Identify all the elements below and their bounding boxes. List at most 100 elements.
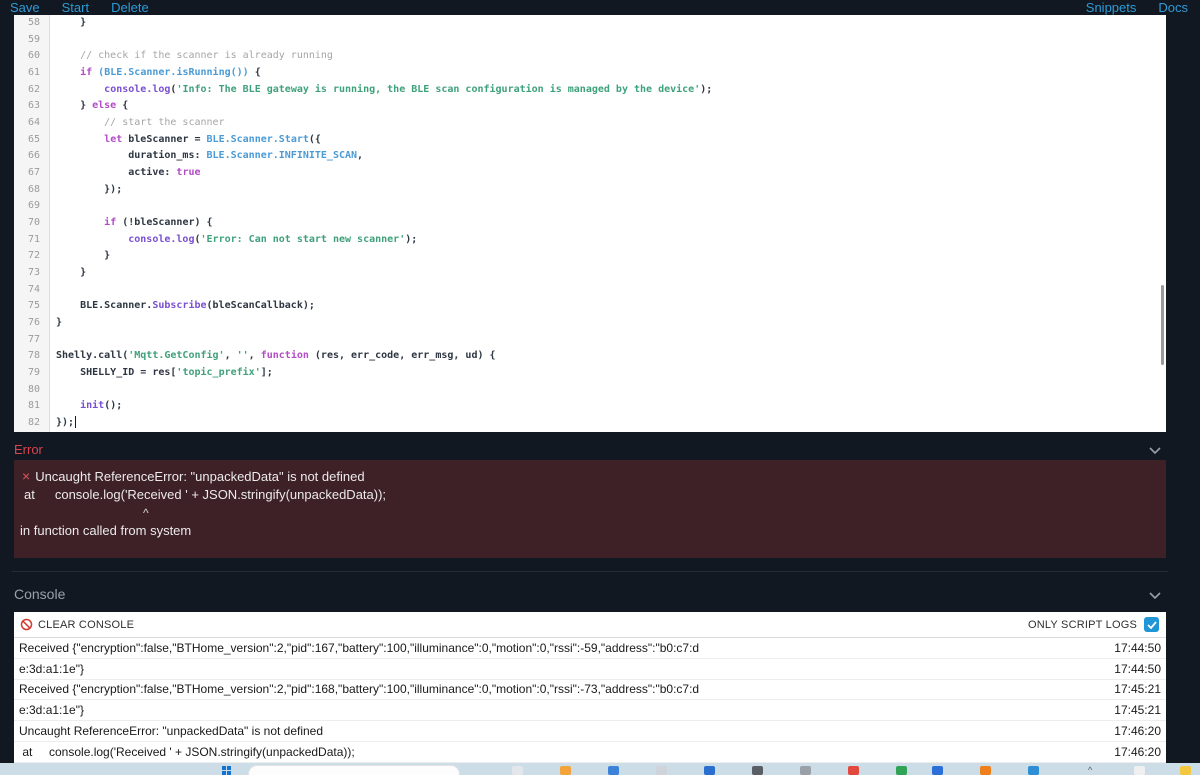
- code-line: 58 }: [14, 15, 1166, 32]
- code-line: 72 }: [14, 248, 1166, 266]
- line-number: 59: [14, 31, 50, 49]
- line-number: 63: [14, 98, 50, 116]
- line-number: 66: [14, 148, 50, 166]
- code-line: 67 active: true: [14, 165, 1166, 182]
- code-text: active: true: [56, 167, 201, 179]
- code-line: 74: [14, 281, 1166, 299]
- line-number: 61: [14, 65, 50, 82]
- taskbar-app-icon[interactable]: [656, 766, 667, 775]
- chevron-down-icon[interactable]: [1148, 442, 1162, 460]
- clear-console-ban-icon: [20, 618, 33, 631]
- code-line: 81 init();: [14, 398, 1166, 416]
- taskbar-app-icon[interactable]: [932, 766, 943, 775]
- log-time: 17:46:20: [1114, 724, 1161, 739]
- line-number: 60: [14, 48, 50, 66]
- docs-button[interactable]: Docs: [1158, 0, 1188, 15]
- error-x-icon: ×: [22, 468, 31, 484]
- only-script-logs-toggle[interactable]: ONLY SCRIPT LOGS: [1028, 617, 1159, 632]
- console-panel: CLEAR CONSOLE ONLY SCRIPT LOGS Received …: [14, 612, 1166, 763]
- code-line: 82});: [14, 415, 1166, 432]
- code-line: 80: [14, 381, 1166, 399]
- line-number: 76: [14, 315, 50, 332]
- code-line: 61 if (BLE.Scanner.isRunning()) {: [14, 65, 1166, 82]
- taskbar-app-icon[interactable]: [896, 766, 907, 775]
- error-message-line: × Uncaught ReferenceError: "unpackedData"…: [20, 467, 1158, 486]
- line-number: 79: [14, 365, 50, 382]
- only-script-logs-checkbox[interactable]: [1144, 617, 1159, 632]
- windows-taskbar: ^: [0, 763, 1200, 775]
- code-line: 71 console.log('Error: Can not start new…: [14, 231, 1166, 249]
- taskbar-app-icon[interactable]: [512, 766, 523, 775]
- line-number: 78: [14, 348, 50, 366]
- log-text: Uncaught ReferenceError: "unpackedData" …: [19, 724, 324, 739]
- editor-scrollbar[interactable]: [1161, 285, 1164, 365]
- code-editor[interactable]: 58 } 59 60 // check if the scanner is alre…: [14, 15, 1166, 432]
- toolbar-right-group: Snippets Docs: [1086, 0, 1188, 15]
- code-text: console.log('Error: Can not start new sc…: [128, 233, 418, 245]
- start-button[interactable]: Start: [62, 0, 89, 15]
- only-script-logs-label: ONLY SCRIPT LOGS: [1028, 618, 1137, 631]
- code-line: 78 Shelly.call('Mqtt.GetConfig', '', func…: [14, 348, 1166, 366]
- log-text: at console.log('Received ' + JSON.string…: [19, 744, 355, 759]
- tray-expand-icon[interactable]: ^: [1088, 765, 1092, 775]
- taskbar-app-icon[interactable]: [608, 766, 619, 775]
- error-caret: ^: [143, 506, 149, 520]
- code-line: 62 console.log('Info: The BLE gateway is…: [14, 81, 1166, 99]
- error-message: Uncaught ReferenceError: "unpackedData" …: [35, 469, 365, 484]
- error-at-code: console.log('Received ' + JSON.stringify…: [54, 487, 387, 502]
- console-log-row: e:3d:a1:1e"} 17:45:21: [14, 700, 1166, 722]
- line-number: 62: [14, 81, 50, 99]
- line-number: 74: [14, 281, 50, 299]
- line-number: 65: [14, 131, 50, 149]
- code-line: 69: [14, 198, 1166, 216]
- code-text: });: [56, 416, 77, 429]
- code-line: 77: [14, 331, 1166, 349]
- line-number: 72: [14, 248, 50, 266]
- clear-console-button[interactable]: CLEAR CONSOLE: [20, 618, 134, 631]
- console-toolbar: CLEAR CONSOLE ONLY SCRIPT LOGS: [14, 612, 1166, 638]
- windows-start-button[interactable]: [222, 766, 231, 775]
- taskbar-search-input[interactable]: [248, 765, 460, 775]
- taskbar-app-icon[interactable]: [848, 766, 859, 775]
- code-text: BLE.Scanner.Subscribe(bleScanCallback);: [56, 300, 315, 312]
- code-line: 63 } else {: [14, 98, 1166, 116]
- code-text: }: [56, 317, 63, 329]
- code-line: 64 // start the scanner: [14, 115, 1166, 132]
- toolbar: Save Start Delete Snippets Docs: [0, 0, 1200, 15]
- chevron-down-icon[interactable]: [1148, 587, 1162, 605]
- taskbar-app-icon[interactable]: [704, 766, 715, 775]
- code-text: SHELLY_ID = res['topic_prefix'];: [56, 367, 273, 379]
- code-line: 59: [14, 31, 1166, 49]
- error-panel-title: Error: [14, 441, 43, 457]
- error-at-line: at console.log('Received ' + JSON.stringi…: [20, 486, 1158, 504]
- taskbar-app-icon[interactable]: [1134, 766, 1145, 775]
- code-line: 68 });: [14, 181, 1166, 199]
- code-text: init();: [80, 400, 123, 412]
- code-text: }: [56, 17, 87, 28]
- line-number: 75: [14, 298, 50, 316]
- console-log-row: Uncaught ReferenceError: "unpackedData" …: [14, 721, 1166, 742]
- save-button[interactable]: Save: [10, 0, 40, 15]
- code-line: 60 // check if the scanner is already ru…: [14, 48, 1166, 66]
- code-text: // start the scanner: [56, 117, 225, 129]
- line-number: 58: [14, 15, 50, 32]
- taskbar-app-icon[interactable]: [752, 766, 763, 775]
- section-divider: [12, 571, 1168, 572]
- snippets-button[interactable]: Snippets: [1086, 0, 1137, 15]
- error-section-header: Error: [14, 439, 1166, 459]
- console-log-row: Received {"encryption":false,"BTHome_ver…: [14, 680, 1166, 701]
- taskbar-app-icon[interactable]: [1180, 766, 1191, 775]
- taskbar-app-icon[interactable]: [560, 766, 571, 775]
- delete-button[interactable]: Delete: [111, 0, 149, 15]
- console-log-row: Received {"encryption":false,"BTHome_ver…: [14, 638, 1166, 659]
- log-text: Received {"encryption":false,"BTHome_ver…: [19, 682, 700, 697]
- taskbar-app-icon[interactable]: [1028, 766, 1039, 775]
- code-text: if (BLE.Scanner.isRunning()) {: [80, 67, 261, 79]
- line-number: 80: [14, 381, 50, 399]
- error-at-label: at: [24, 487, 35, 502]
- taskbar-app-icon[interactable]: [980, 766, 991, 775]
- taskbar-app-icon[interactable]: [800, 766, 811, 775]
